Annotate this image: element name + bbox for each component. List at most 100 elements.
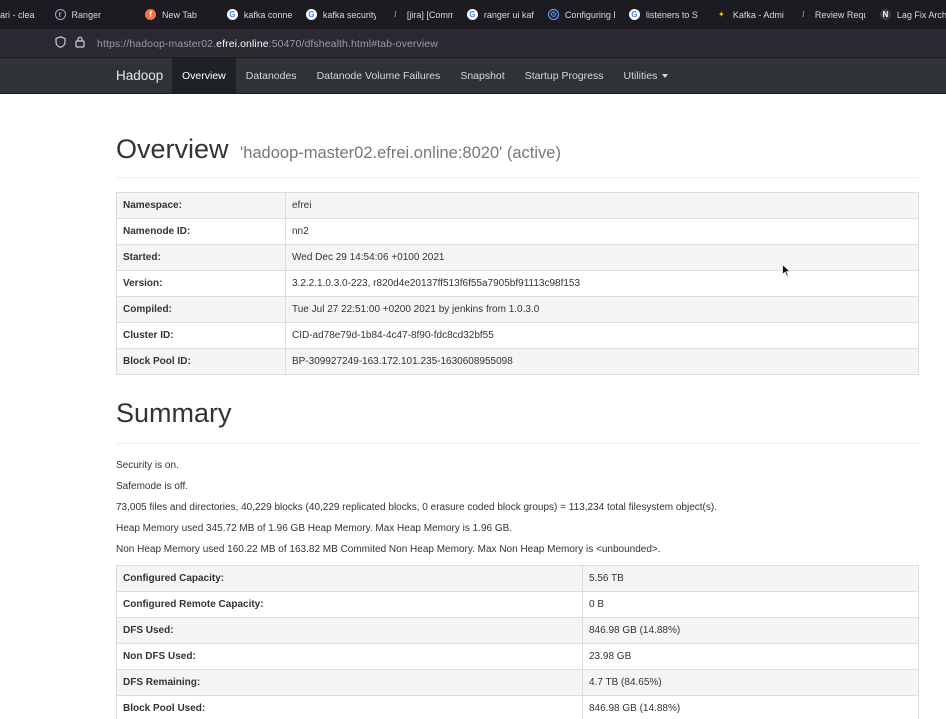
namenode-address: 'hadoop-master02.efrei.online:8020' (act… (240, 144, 561, 162)
shield-icon[interactable] (53, 36, 67, 51)
nav-links: Overview Datanodes Datanode Volume Failu… (172, 58, 678, 94)
table-row: Namespace: efrei (116, 192, 919, 219)
caret-down-icon (662, 74, 669, 79)
overview-table: Namespace: efrei Namenode ID: nn2 Started:… (116, 192, 919, 375)
hadoop-brand[interactable]: Hadoop (116, 58, 163, 94)
browser-tab[interactable]: r Ranger (48, 0, 109, 29)
browser-tab[interactable]: / Review Reque (791, 0, 873, 29)
google-icon: G (628, 9, 640, 20)
row-key: Block Pool ID: (116, 348, 286, 375)
nav-startup-progress[interactable]: Startup Progress (515, 58, 614, 94)
tab-label: listeners to S (645, 9, 698, 20)
lock-icon[interactable] (73, 36, 87, 51)
row-key: Compiled: (116, 296, 286, 323)
summary-header: Summary (116, 397, 919, 444)
row-value: efrei (285, 192, 919, 219)
google-icon: G (305, 9, 317, 20)
tab-label: [jira] [Comme (406, 9, 453, 20)
row-value: Wed Dec 29 14:54:06 +0100 2021 (285, 244, 919, 271)
overview-header: Overview 'hadoop-master02.efrei.online:8… (116, 133, 919, 178)
url-prefix: https://hadoop-master02. (97, 37, 217, 50)
table-row: Cluster ID: CID-ad78e79d-1b84-4c47-8f90-f… (116, 322, 919, 349)
browser-tab[interactable]: / [jira] [Comme (383, 0, 460, 29)
table-row: Block Pool Used: 846.98 GB (14.88%) (116, 695, 919, 719)
nav-overview[interactable]: Overview (172, 58, 236, 94)
table-row: Version: 3.2.2.1.0.3.0-223, r820d4e20137f… (116, 270, 919, 297)
row-key: Block Pool Used: (116, 695, 583, 719)
row-value: 23.98 GB (582, 643, 919, 670)
browser-tab[interactable]: G kafka connec (220, 0, 299, 29)
tab-label: New Tab (162, 9, 197, 20)
tab-label: ari - clea (0, 9, 35, 20)
browser-tab-strip: ari - clea r Ranger f New Tab G kafka co… (0, 0, 946, 29)
tab-label: Review Reque (814, 9, 866, 20)
non-heap-memory: Non Heap Memory used 160.22 MB of 163.82… (116, 544, 661, 555)
google-icon: G (466, 9, 478, 20)
table-row: Configured Remote Capacity: 0 B (116, 591, 919, 618)
table-row: Started: Wed Dec 29 14:54:06 +0100 2021 (116, 244, 919, 271)
filesystem-objects: 73,005 files and directories, 40,229 blo… (116, 502, 717, 513)
url-suffix: :50470/dfshealth.html#tab-overview (268, 37, 438, 50)
safemode-status: Safemode is off. (116, 481, 189, 492)
summary-title: Summary (116, 398, 232, 428)
row-value: 846.98 GB (14.88%) (582, 617, 919, 644)
url-host: efrei.online (216, 37, 269, 50)
row-value: nn2 (285, 218, 919, 245)
browser-tab[interactable]: ✦ Kafka - Admin (709, 0, 791, 29)
tab-label: Configuring F (564, 9, 615, 20)
browser-tab[interactable]: G ranger ui kafk (460, 0, 541, 29)
row-value: CID-ad78e79d-1b84-4c47-8f90-fdc8cd32bf55 (285, 322, 919, 349)
row-key: Cluster ID: (116, 322, 286, 349)
summary-table: Configured Capacity: 5.56 TB Configured R… (116, 565, 919, 719)
row-key: DFS Used: (116, 617, 583, 644)
browser-tab[interactable]: ari - clea (0, 0, 42, 29)
nav-utilities[interactable]: Utilities (613, 58, 678, 94)
row-value: 5.56 TB (582, 565, 919, 592)
heap-memory: Heap Memory used 345.72 MB of 1.96 GB He… (116, 523, 513, 534)
row-value: Tue Jul 27 22:51:00 +0200 2021 by jenkin… (285, 296, 919, 323)
table-row: Block Pool ID: BP-309927249-163.172.101.2… (116, 348, 919, 375)
nav-datanode-volume-failures[interactable]: Datanode Volume Failures (307, 58, 451, 94)
address-bar[interactable]: https://hadoop-master02.efrei.online:504… (0, 29, 946, 58)
tab-label: kafka connec (243, 9, 292, 20)
nav-snapshot[interactable]: Snapshot (450, 58, 514, 94)
jira-icon: / (394, 10, 397, 19)
row-key: DFS Remaining: (116, 669, 583, 696)
row-key: Namenode ID: (116, 218, 286, 245)
tab-label: Ranger (71, 9, 102, 20)
tab-label: kafka security (322, 9, 376, 20)
nav-datanodes[interactable]: Datanodes (236, 58, 307, 94)
browser-tab[interactable]: G listeners to S (622, 0, 709, 29)
browser-tab[interactable]: f New Tab (138, 0, 204, 29)
row-key: Namespace: (116, 192, 286, 219)
row-value: 846.98 GB (14.88%) (582, 695, 919, 719)
table-row: DFS Remaining: 4.7 TB (84.65%) (116, 669, 919, 696)
nav-utilities-label: Utilities (623, 70, 658, 82)
browser-tab[interactable]: G kafka security (299, 0, 383, 29)
tab-label: Kafka - Admin (732, 9, 784, 20)
browser-tab[interactable]: N Lag Fix Archiv (873, 0, 946, 29)
row-key: Version: (116, 270, 286, 297)
row-key: Non DFS Used: (116, 643, 583, 670)
row-key: Configured Capacity: (116, 565, 583, 592)
google-icon: G (226, 9, 238, 20)
table-row: Non DFS Used: 23.98 GB (116, 643, 919, 670)
tab-label: Lag Fix Archiv (896, 9, 946, 20)
firefox-icon: f (145, 9, 157, 20)
page-title: Overview (116, 134, 229, 164)
ranger-icon: r (54, 9, 66, 20)
jira-icon: / (802, 10, 805, 19)
row-value: BP-309927249-163.172.101.235-16306089550… (285, 348, 919, 375)
row-value: 0 B (582, 591, 919, 618)
table-row: Compiled: Tue Jul 27 22:51:00 +0200 2021 … (116, 296, 919, 323)
row-key: Configured Remote Capacity: (116, 591, 583, 618)
configure-icon: ⚙ (547, 9, 559, 20)
row-value: 4.7 TB (84.65%) (582, 669, 919, 696)
hadoop-navbar: Hadoop Overview Datanodes Datanode Volum… (0, 58, 946, 94)
row-value: 3.2.2.1.0.3.0-223, r820d4e20137ff513f6f5… (285, 270, 919, 297)
table-row: DFS Used: 846.98 GB (14.88%) (116, 617, 919, 644)
browser-tab[interactable]: ⚙ Configuring F (541, 0, 622, 29)
table-row: Configured Capacity: 5.56 TB (116, 565, 919, 592)
security-status: Security is on. (116, 460, 179, 471)
url-text[interactable]: https://hadoop-master02.efrei.online:504… (97, 38, 438, 50)
